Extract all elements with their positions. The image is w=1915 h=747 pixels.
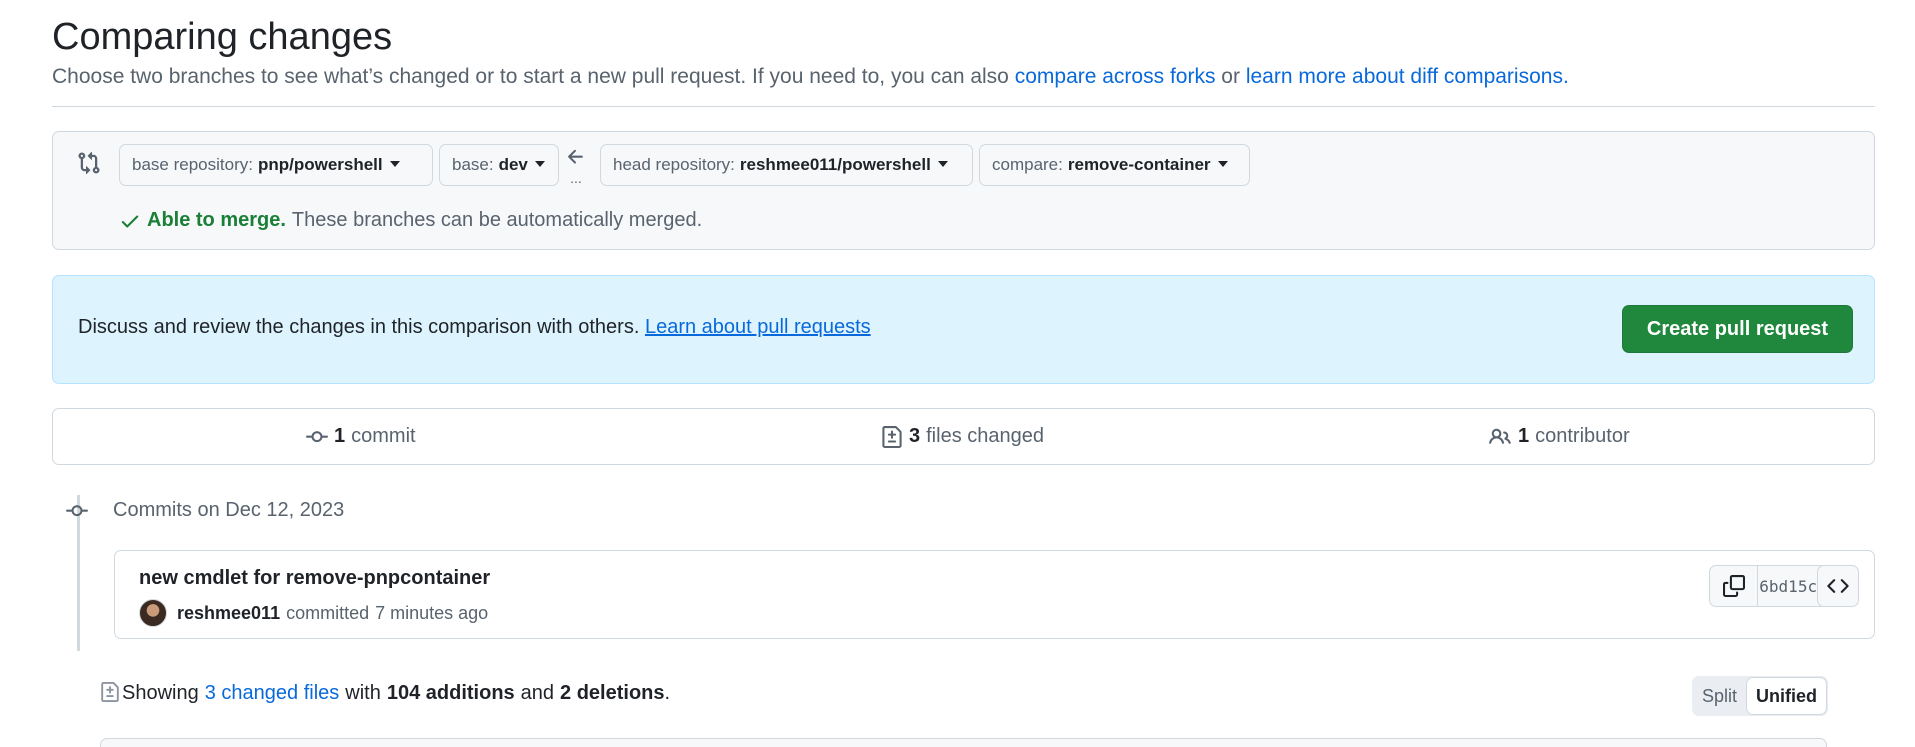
page-subtitle: Choose two branches to see what’s change… (52, 65, 1569, 89)
head-repository-label: head repository: (613, 155, 735, 174)
header-divider (52, 106, 1875, 107)
base-repository-label: base repository: (132, 155, 253, 174)
split-view-button[interactable]: Split (1693, 677, 1746, 715)
banner-text-container: Discuss and review the changes in this c… (78, 316, 871, 339)
commit-action: committed (286, 602, 370, 623)
page-title: Comparing changes (52, 16, 393, 58)
contributors-tab[interactable]: 1 contributor (1488, 409, 1630, 464)
banner-text: Discuss and review the changes in this c… (78, 316, 640, 338)
chevron-down-icon (1217, 160, 1228, 167)
files-changed-tab[interactable]: 3 files changed (881, 409, 1044, 464)
compare-branch-value: remove-container (1067, 155, 1211, 174)
copy-sha-button[interactable] (1710, 566, 1758, 606)
base-repository-select[interactable]: base repository: pnp/powershell (119, 144, 433, 186)
commit-title-link[interactable]: new cmdlet for remove-pnpcontainer (139, 567, 490, 590)
commit-item: new cmdlet for remove-pnpcontainer reshm… (114, 550, 1875, 639)
diff-summary: Showing 3 changed files with 104 additio… (100, 681, 671, 705)
learn-diff-link-text: learn more about diff comparisons (1245, 65, 1563, 88)
range-editor: base repository: pnp/powershell base: de… (52, 131, 1875, 250)
commit-time: 7 minutes ago (375, 602, 489, 623)
range-dots: ... (570, 170, 582, 186)
file-diff-icon (882, 425, 902, 448)
file-diff-icon (101, 681, 119, 702)
commits-tab[interactable]: 1 commit (306, 409, 416, 464)
subtitle-or: or (1221, 65, 1240, 88)
commit-author-link[interactable]: reshmee011 (177, 603, 280, 624)
chevron-down-icon (389, 160, 400, 167)
head-repository-select[interactable]: head repository: reshmee011/powershell (600, 144, 973, 186)
commit-sha-group: 6bd15ca (1709, 565, 1829, 607)
base-branch-value: dev (498, 155, 528, 174)
arrow-left-icon (568, 149, 583, 164)
and-label: and (520, 682, 555, 704)
learn-diff-link-period: . (1562, 65, 1569, 88)
commits-label: commit (351, 425, 416, 447)
compare-branch-select[interactable]: compare: remove-container (979, 144, 1250, 186)
compare-branch-label: compare: (992, 155, 1063, 174)
chevron-down-icon (937, 160, 948, 167)
browse-repository-button[interactable] (1817, 565, 1859, 607)
diff-view-toggle: Split Unified (1692, 676, 1829, 716)
showing-label: Showing (122, 682, 199, 704)
files-count: 3 (909, 425, 921, 447)
copy-icon (1722, 575, 1745, 597)
with-label: with (345, 682, 381, 704)
diff-summary-period: . (664, 682, 671, 704)
merge-status-label: Able to merge. (147, 209, 286, 231)
files-label: files changed (926, 425, 1044, 447)
avatar[interactable] (139, 599, 167, 627)
merge-status-message: These branches can be automatically merg… (291, 209, 703, 231)
compare-across-forks-link[interactable]: compare across forks (1015, 65, 1216, 88)
contributors-label: contributor (1535, 425, 1630, 447)
chevron-down-icon (534, 160, 545, 167)
changed-files-link[interactable]: 3 changed files (205, 682, 340, 705)
subtitle-text: Choose two branches to see what’s change… (52, 65, 1009, 88)
additions-count: 104 additions (386, 682, 515, 704)
comparison-summary: 1 commit 3 files changed 1 contributor (52, 408, 1875, 465)
base-branch-select[interactable]: base: dev (439, 144, 559, 186)
git-commit-icon (306, 430, 328, 442)
learn-about-pull-requests-link[interactable]: Learn about pull requests (645, 316, 871, 338)
people-icon (1489, 428, 1511, 444)
file-diff-header (100, 738, 1827, 747)
head-repository-value: reshmee011/powershell (739, 155, 931, 174)
learn-diff-comparisons-link[interactable]: learn more about diff comparisons. (1246, 65, 1569, 88)
range-arrow: ... (565, 146, 587, 190)
unified-view-button[interactable]: Unified (1746, 677, 1828, 715)
commits-date-heading: Commits on Dec 12, 2023 (113, 499, 345, 521)
git-commit-icon (66, 505, 88, 517)
commit-meta: reshmee011 committed 7 minutes ago (139, 599, 488, 627)
pull-request-banner: Discuss and review the changes in this c… (52, 275, 1875, 384)
base-repository-value: pnp/powershell (257, 155, 383, 174)
git-compare-icon (78, 151, 100, 175)
deletions-count: 2 deletions (560, 682, 665, 704)
base-branch-label: base: (452, 155, 494, 174)
commits-count: 1 (334, 425, 346, 447)
check-icon (121, 215, 139, 228)
contributors-count: 1 (1518, 425, 1530, 447)
create-pull-request-button[interactable]: Create pull request (1622, 305, 1853, 353)
merge-status: Able to merge. These branches can be aut… (119, 209, 702, 232)
code-icon (1827, 579, 1849, 593)
